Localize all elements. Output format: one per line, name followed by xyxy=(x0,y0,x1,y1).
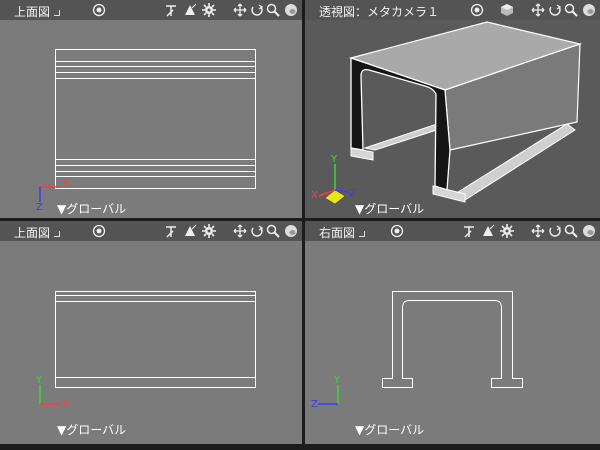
axis-gizmo: Y X xyxy=(35,375,69,410)
axis-y-label: Y xyxy=(333,375,341,386)
bottom-ruler xyxy=(0,444,600,450)
wireframe-top-view: X Z xyxy=(36,49,256,213)
viewport-bottom-left[interactable]: 上面図 Y X ▼グローバル xyxy=(0,221,302,444)
viewport-perspective[interactable]: 透視図：メタカメラ１ Y X Z ▼グローバル xyxy=(305,0,600,218)
perspective-channel-model: Y X Z xyxy=(311,21,583,205)
coordinate-dropdown[interactable]: ▼グローバル xyxy=(57,421,126,438)
axis-x-label: X xyxy=(62,178,69,189)
axis-z-label: Z xyxy=(349,188,356,199)
axis-y-label: Y xyxy=(35,375,43,386)
axis-x-label: X xyxy=(311,190,318,201)
viewport-bottom-right[interactable]: 右面図 Y Z ▼グローバル xyxy=(305,221,600,444)
axis-z-label: Z xyxy=(311,399,318,410)
coordinate-dropdown[interactable]: ▼グローバル xyxy=(57,200,126,217)
coordinate-dropdown[interactable]: ▼グローバル xyxy=(355,421,424,438)
coordinate-dropdown[interactable]: ▼グローバル xyxy=(355,200,424,217)
wireframe-front-view: Y X xyxy=(35,291,256,410)
axis-gizmo: Y Z xyxy=(311,375,341,410)
axis-y-label: Y xyxy=(330,154,338,165)
wireframe-side-profile: Y Z xyxy=(311,291,523,410)
viewport-top-left[interactable]: 上面図 X Z ▼グローバル xyxy=(0,0,302,218)
axis-gizmo: Y X Z xyxy=(311,154,356,205)
axis-z-label: Z xyxy=(36,202,43,213)
axis-x-label: X xyxy=(62,399,69,410)
